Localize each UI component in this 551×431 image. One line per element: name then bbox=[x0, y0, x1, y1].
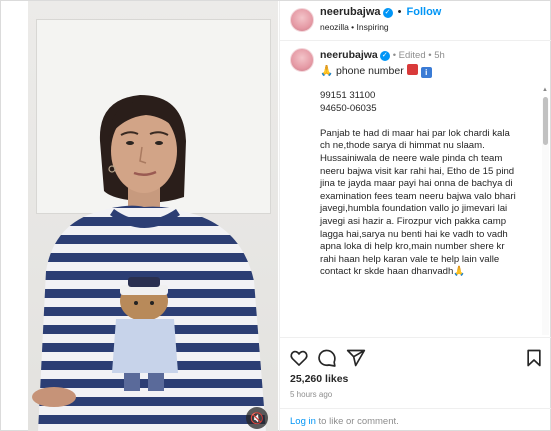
bookmark-icon[interactable] bbox=[524, 348, 544, 368]
phone-number-1: 99151 31100 bbox=[320, 90, 376, 101]
follow-button[interactable]: Follow bbox=[407, 6, 442, 18]
caption-username[interactable]: neerubajwa bbox=[320, 49, 378, 61]
action-bar bbox=[280, 337, 551, 377]
phone-label-row: 🙏 phone number i bbox=[320, 64, 432, 78]
login-link[interactable]: Log in bbox=[290, 416, 316, 427]
header-username-row: neerubajwa ✓ • Follow bbox=[320, 6, 441, 18]
info-emoji-icon: i bbox=[420, 67, 432, 78]
share-icon[interactable] bbox=[346, 348, 366, 368]
phone-number-2: 94650-06035 bbox=[320, 102, 377, 114]
caption-meta: • Edited • 5h bbox=[392, 50, 445, 61]
login-prompt: Log in to like or comment. bbox=[290, 416, 399, 427]
post-side-panel: neerubajwa ✓ • Follow neozilla • Inspirin… bbox=[279, 1, 551, 431]
post-video[interactable] bbox=[28, 1, 278, 431]
phone-label: 🙏 phone number bbox=[320, 65, 404, 77]
speaker-muted-icon[interactable]: 🔇 bbox=[246, 407, 268, 429]
comment-icon[interactable] bbox=[317, 348, 337, 368]
likes-count[interactable]: 25,260 likes bbox=[290, 373, 348, 385]
avatar[interactable] bbox=[290, 8, 314, 32]
caption-scrollbar[interactable] bbox=[542, 97, 549, 335]
caption-paragraph-1: Panjab te had di maar hai par lok chardi… bbox=[320, 127, 510, 152]
scroll-up-arrow-icon[interactable]: ▲ bbox=[542, 87, 548, 93]
login-bar: Log in to like or comment. bbox=[280, 408, 551, 431]
post-dialog: 🔇 neerubajwa ✓ • Follow neozilla • Inspir… bbox=[0, 0, 551, 431]
verified-badge-icon: ✓ bbox=[382, 8, 393, 18]
video-frame-person bbox=[32, 95, 266, 431]
scrollbar-thumb[interactable] bbox=[543, 97, 548, 145]
caption-header: neerubajwa ✓ • Edited • 5h bbox=[320, 49, 445, 61]
caption-avatar[interactable] bbox=[290, 48, 314, 72]
caption-paragraph-2: Hussainiwala de neere wale pinda ch team… bbox=[320, 152, 516, 278]
caption-area: neerubajwa ✓ • Edited • 5h 🙏 phone number… bbox=[280, 42, 551, 335]
caption-verified-badge-icon: ✓ bbox=[379, 51, 390, 61]
telephone-emoji-icon bbox=[406, 64, 418, 75]
post-timestamp[interactable]: 5 hours ago bbox=[290, 390, 332, 399]
header-username[interactable]: neerubajwa bbox=[320, 6, 381, 18]
login-prompt-text: to like or comment. bbox=[315, 416, 399, 427]
separator: • bbox=[397, 6, 402, 18]
header-subtitle[interactable]: neozilla • Inspiring bbox=[320, 22, 389, 32]
caption-body: 99151 31100 94650-06035 Panjab te had di… bbox=[320, 90, 516, 279]
heart-icon[interactable] bbox=[289, 348, 309, 368]
post-header: neerubajwa ✓ • Follow neozilla • Inspirin… bbox=[280, 1, 551, 41]
